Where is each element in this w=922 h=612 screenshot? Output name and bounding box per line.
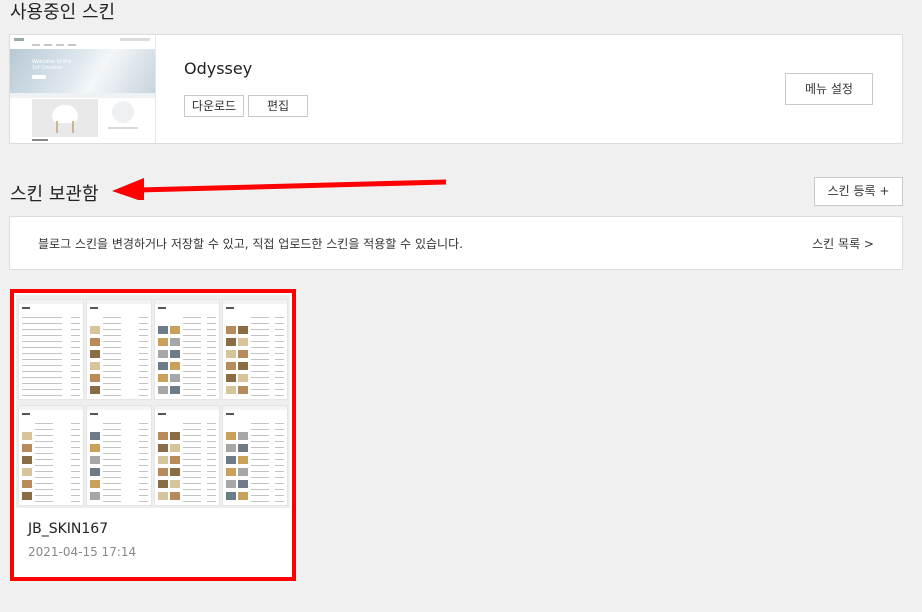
- current-skin-name: Odyssey: [184, 59, 253, 78]
- thumbnail-hero: Welcome to the 1st Creative: [10, 49, 155, 93]
- edit-button[interactable]: 편집: [248, 95, 308, 117]
- skin-storage-info-panel: 블로그 스킨을 변경하거나 저장할 수 있고, 직접 업로드한 스킨을 적용할 …: [9, 216, 903, 270]
- skin-preview-page: [18, 299, 84, 400]
- current-skin-panel: Welcome to the 1st Creative Odyssey 다운로드…: [9, 34, 903, 144]
- skin-preview-page: [154, 299, 220, 400]
- skin-list-link[interactable]: 스킨 목록 >: [812, 235, 874, 252]
- skin-preview-page: [222, 299, 288, 400]
- current-skin-thumbnail[interactable]: Welcome to the 1st Creative: [10, 35, 156, 143]
- skin-storage-title: 스킨 보관함: [10, 184, 99, 205]
- skin-name: JB_SKIN167: [28, 521, 109, 537]
- current-skin-title: 사용중인 스킨: [10, 2, 116, 23]
- skin-date: 2021-04-15 17:14: [28, 545, 137, 559]
- annotation-arrow-icon: [112, 178, 447, 200]
- thumbnail-circle: [112, 101, 134, 123]
- skin-card[interactable]: JB_SKIN167 2021-04-15 17:14: [10, 289, 296, 581]
- skin-preview-page: [86, 299, 152, 400]
- skin-preview-page: [222, 405, 288, 506]
- skin-preview-page: [154, 405, 220, 506]
- thumbnail-topbar: [10, 35, 155, 49]
- skin-storage-info-text: 블로그 스킨을 변경하거나 저장할 수 있고, 직접 업로드한 스킨을 적용할 …: [38, 237, 463, 251]
- skin-preview-thumbnail[interactable]: [16, 295, 290, 508]
- skin-preview-page: [18, 405, 84, 506]
- thumbnail-hero-text: Welcome to the 1st Creative: [32, 59, 72, 71]
- skin-register-button[interactable]: 스킨 등록 +: [814, 177, 903, 206]
- download-button[interactable]: 다운로드: [184, 95, 244, 117]
- menu-settings-button[interactable]: 메뉴 설정: [785, 73, 873, 105]
- skin-preview-page: [86, 405, 152, 506]
- chair-image: [32, 99, 98, 137]
